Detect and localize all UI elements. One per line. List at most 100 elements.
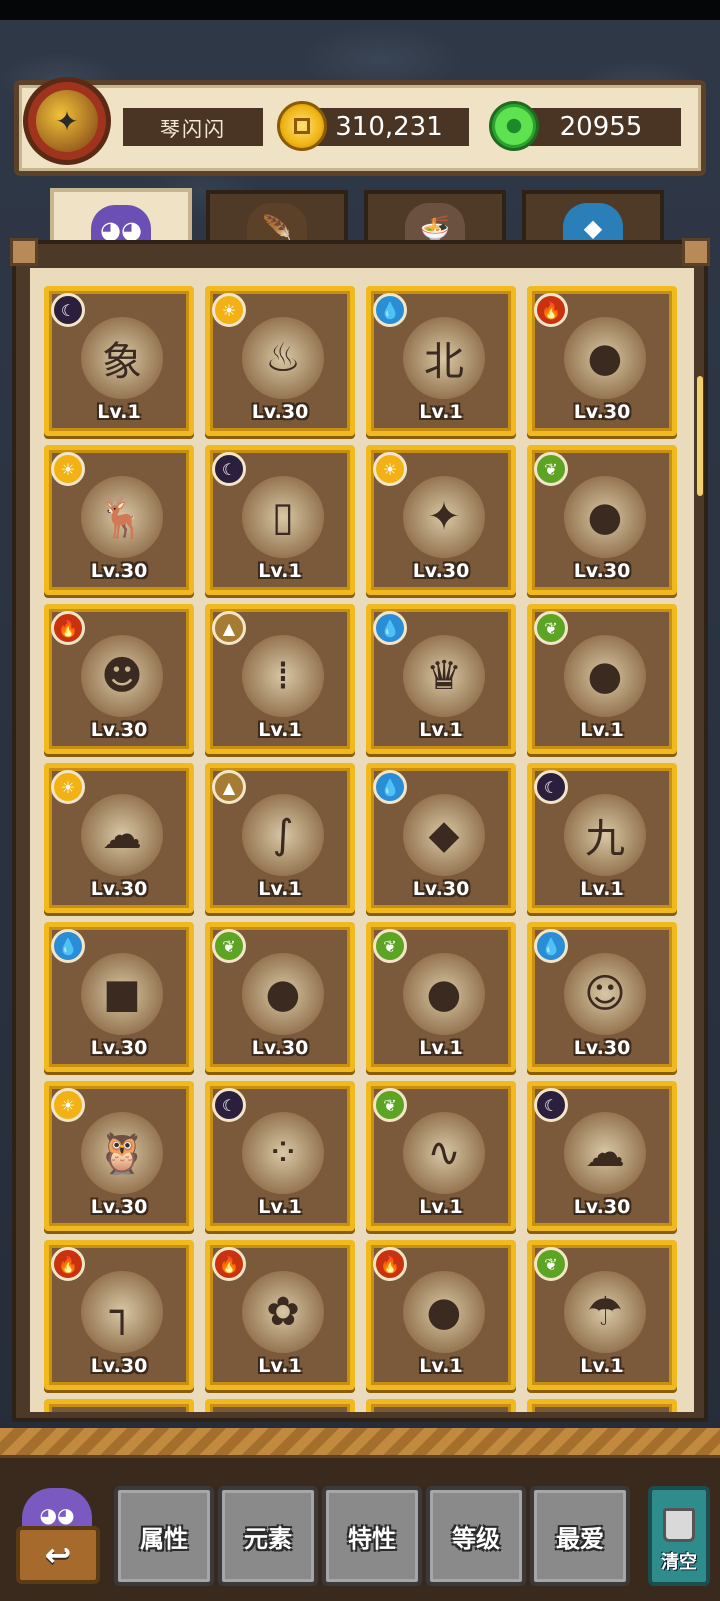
creature-art: ⁞ xyxy=(242,635,324,717)
card-level: Lv.30 xyxy=(90,1355,148,1377)
collection-card-partial[interactable] xyxy=(44,1399,194,1412)
filter-element-button[interactable]: 元素 xyxy=(218,1486,318,1586)
card-level: Lv.30 xyxy=(90,719,148,741)
card-level: Lv.1 xyxy=(419,401,463,423)
collection-card-partial[interactable] xyxy=(366,1399,516,1412)
filter-attribute-button[interactable]: 属性 xyxy=(114,1486,214,1586)
card-level: Lv.30 xyxy=(90,878,148,900)
leaf-element-icon: ❦ xyxy=(373,929,407,963)
collection-card[interactable]: 🔥 ☻ Lv.30 xyxy=(44,604,194,754)
sun-element-icon: ☀ xyxy=(51,452,85,486)
bird-icon: ✦ xyxy=(55,104,79,138)
collection-card[interactable]: ▲ ∫ Lv.1 xyxy=(205,763,355,913)
card-grid[interactable]: ☾ 象 Lv.1 ☀ ♨ Lv.30 💧 北 Lv.1 🔥 ● Lv.30 ☀ 🦌 Lv.30 ☾ ▯ Lv.1 ☀… xyxy=(30,268,694,1412)
panel-corner-tr xyxy=(682,238,710,266)
leaf-element-icon: ❦ xyxy=(212,929,246,963)
moon-element-icon: ☾ xyxy=(51,293,85,327)
leaf-element-icon: ❦ xyxy=(534,1247,568,1281)
collection-card[interactable]: 🔥 ┐ Lv.30 xyxy=(44,1240,194,1390)
collection-card[interactable]: ❦ ● Lv.1 xyxy=(527,604,677,754)
collection-card[interactable]: ☾ ⁘ Lv.1 xyxy=(205,1081,355,1231)
collection-card[interactable]: ☾ ☁ Lv.30 xyxy=(527,1081,677,1231)
creature-art: ✿ xyxy=(242,1271,324,1353)
creature-art: ∿ xyxy=(403,1112,485,1194)
sun-element-icon: ☀ xyxy=(51,770,85,804)
card-level: Lv.1 xyxy=(419,1037,463,1059)
collection-card[interactable]: 🔥 ✿ Lv.1 xyxy=(205,1240,355,1390)
card-level: Lv.1 xyxy=(97,401,141,423)
collection-card[interactable]: ☀ 🦉 Lv.30 xyxy=(44,1081,194,1231)
sun-element-icon: ☀ xyxy=(51,1088,85,1122)
moon-element-icon: ☾ xyxy=(534,770,568,804)
card-level: Lv.1 xyxy=(258,878,302,900)
collection-card[interactable]: 🔥 ● Lv.30 xyxy=(527,286,677,436)
collection-card[interactable]: ☾ ▯ Lv.1 xyxy=(205,445,355,595)
creature-art: 九 xyxy=(564,794,646,876)
collection-card[interactable]: 💧 ■ Lv.30 xyxy=(44,922,194,1072)
collection-card[interactable]: ☾ 象 Lv.1 xyxy=(44,286,194,436)
collection-card[interactable]: 💧 ♛ Lv.1 xyxy=(366,604,516,754)
creature-art: ● xyxy=(403,1271,485,1353)
mountain-element-icon: ▲ xyxy=(212,611,246,645)
leaf-element-icon: ❦ xyxy=(373,1088,407,1122)
collection-card[interactable]: 💧 北 Lv.1 xyxy=(366,286,516,436)
card-level: Lv.1 xyxy=(258,719,302,741)
collection-card[interactable]: 💧 ◆ Lv.30 xyxy=(366,763,516,913)
filter-trait-button[interactable]: 特性 xyxy=(322,1486,422,1586)
creature-art: ✦ xyxy=(403,476,485,558)
collection-card[interactable]: ❦ ☂ Lv.1 xyxy=(527,1240,677,1390)
collection-card[interactable]: ☾ 九 Lv.1 xyxy=(527,763,677,913)
card-level: Lv.30 xyxy=(90,1037,148,1059)
creature-art: ☂ xyxy=(564,1271,646,1353)
collection-card-partial[interactable] xyxy=(205,1399,355,1412)
creature-art: ♛ xyxy=(403,635,485,717)
clear-label: 清空 xyxy=(661,1552,697,1573)
collection-card[interactable]: ❦ ● Lv.30 xyxy=(527,445,677,595)
collection-card[interactable]: 🔥 ● Lv.1 xyxy=(366,1240,516,1390)
clear-button[interactable]: 清空 xyxy=(648,1486,710,1586)
card-level: Lv.1 xyxy=(580,878,624,900)
collection-card[interactable]: ☀ 🦌 Lv.30 xyxy=(44,445,194,595)
mountain-element-icon: ▲ xyxy=(212,770,246,804)
card-level: Lv.1 xyxy=(258,560,302,582)
filter-level-button[interactable]: 等级 xyxy=(426,1486,526,1586)
collection-card[interactable]: 💧 ☺ Lv.30 xyxy=(527,922,677,1072)
creature-art: ☺ xyxy=(564,953,646,1035)
collection-card[interactable]: ❦ ● Lv.30 xyxy=(205,922,355,1072)
panel-corner-tl xyxy=(10,238,38,266)
water-element-icon: 💧 xyxy=(373,611,407,645)
card-level: Lv.1 xyxy=(258,1355,302,1377)
card-level: Lv.1 xyxy=(419,719,463,741)
card-level: Lv.30 xyxy=(573,1196,631,1218)
scrollbar[interactable] xyxy=(697,376,703,496)
moon-element-icon: ☾ xyxy=(534,1088,568,1122)
back-button[interactable]: ◕◕ ↩ xyxy=(12,1488,104,1588)
sun-element-icon: ☀ xyxy=(212,293,246,327)
collection-card[interactable]: ▲ ⁞ Lv.1 xyxy=(205,604,355,754)
card-level: Lv.30 xyxy=(90,560,148,582)
trash-bin-icon xyxy=(663,1508,695,1542)
card-level: Lv.30 xyxy=(573,401,631,423)
jade-icon xyxy=(489,101,539,151)
creature-art: ● xyxy=(242,953,324,1035)
creature-art: ● xyxy=(564,317,646,399)
card-level: Lv.1 xyxy=(258,1196,302,1218)
collection-card[interactable]: ☀ ✦ Lv.30 xyxy=(366,445,516,595)
creature-art: ● xyxy=(564,635,646,717)
water-element-icon: 💧 xyxy=(534,929,568,963)
creature-art: ┐ xyxy=(81,1271,163,1353)
player-avatar[interactable]: ✦ xyxy=(23,77,111,165)
creature-art: ∫ xyxy=(242,794,324,876)
jade-count: 20955 xyxy=(521,108,681,146)
fire-element-icon: 🔥 xyxy=(51,611,85,645)
creature-art: ▯ xyxy=(242,476,324,558)
fire-element-icon: 🔥 xyxy=(51,1247,85,1281)
collection-card[interactable]: ❦ ∿ Lv.1 xyxy=(366,1081,516,1231)
collection-card-partial[interactable] xyxy=(527,1399,677,1412)
filter-favorite-button[interactable]: 最爱 xyxy=(530,1486,630,1586)
collection-card[interactable]: ☀ ♨ Lv.30 xyxy=(205,286,355,436)
collection-card[interactable]: ❦ ● Lv.1 xyxy=(366,922,516,1072)
water-element-icon: 💧 xyxy=(51,929,85,963)
collection-card[interactable]: ☀ ☁ Lv.30 xyxy=(44,763,194,913)
card-level: Lv.30 xyxy=(573,560,631,582)
